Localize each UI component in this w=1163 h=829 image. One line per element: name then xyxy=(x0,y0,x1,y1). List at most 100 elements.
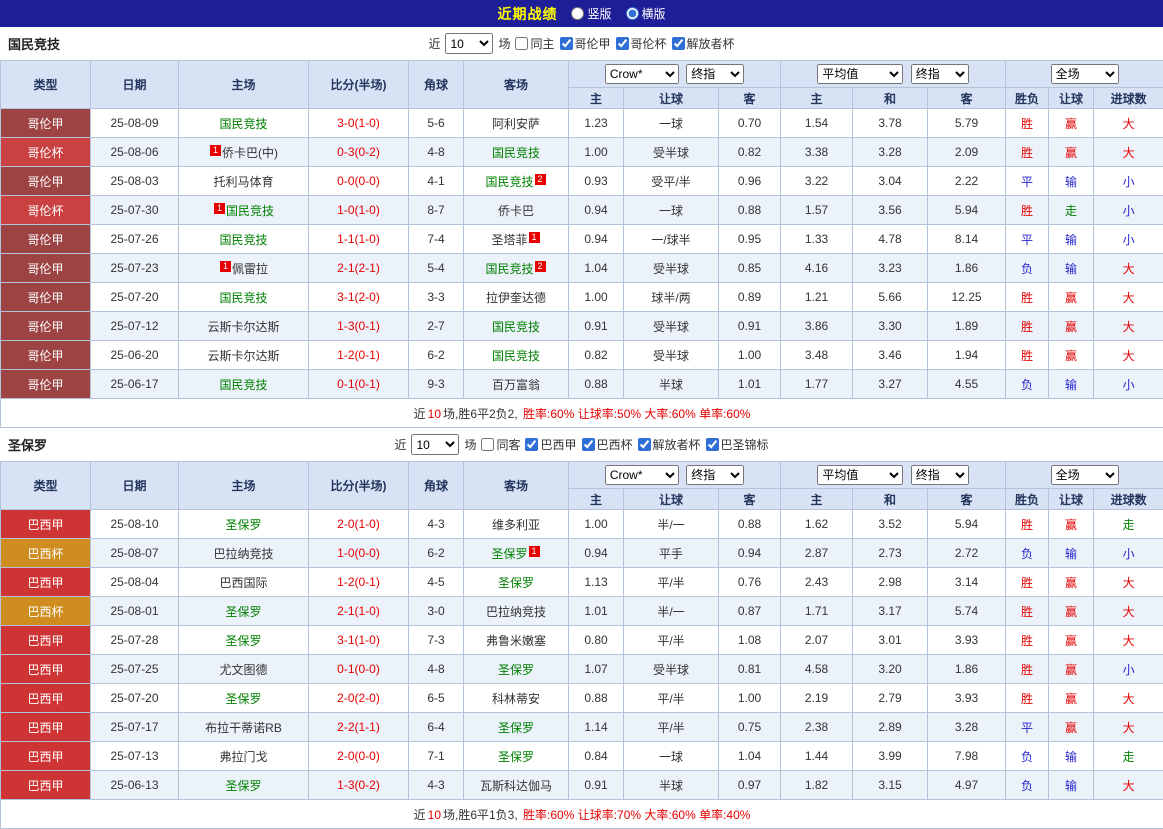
league-filter-哥伦甲[interactable]: 哥伦甲 xyxy=(560,35,611,52)
team-link[interactable]: 圣保罗 xyxy=(498,663,534,677)
team-link[interactable]: 巴拉纳竞技 xyxy=(486,605,546,619)
team-link[interactable]: 巴拉纳竞技 xyxy=(213,547,273,561)
league-checkbox[interactable] xyxy=(672,37,685,50)
score-cell[interactable]: 2-0(0-0) xyxy=(309,742,409,771)
avg-final-select[interactable]: 终指 xyxy=(911,64,969,84)
league-filter-巴圣锦标[interactable]: 巴圣锦标 xyxy=(706,436,769,453)
odds-company-select[interactable]: Crow* xyxy=(605,465,679,485)
handicap-result-cell: 输 xyxy=(1049,167,1094,196)
team-link[interactable]: 国民竞技 xyxy=(485,175,533,189)
odds-company-select[interactable]: Crow* xyxy=(605,64,679,84)
score-cell[interactable]: 1-0(0-0) xyxy=(309,539,409,568)
league-checkbox[interactable] xyxy=(582,438,595,451)
team-link[interactable]: 国民竞技 xyxy=(492,349,540,363)
odds-home-cell: 1.04 xyxy=(569,254,624,283)
odds-final-select[interactable]: 终指 xyxy=(686,465,744,485)
team-link[interactable]: 阿利安萨 xyxy=(492,117,540,131)
league-checkbox[interactable] xyxy=(638,438,651,451)
team-link[interactable]: 圣保罗 xyxy=(498,721,534,735)
team-link[interactable]: 维多利亚 xyxy=(492,518,540,532)
team-link[interactable]: 圣塔菲 xyxy=(491,233,527,247)
same-side-checkbox[interactable] xyxy=(515,37,528,50)
score-cell[interactable]: 1-3(0-1) xyxy=(309,312,409,341)
result-cell: 胜 xyxy=(1006,138,1049,167)
score-cell[interactable]: 2-2(1-1) xyxy=(309,713,409,742)
team-link[interactable]: 圣保罗 xyxy=(225,779,261,793)
same-side-filter[interactable]: 同客 xyxy=(481,436,520,453)
score-cell[interactable]: 2-1(1-0) xyxy=(309,597,409,626)
score-cell[interactable]: 2-0(1-0) xyxy=(309,510,409,539)
league-filter-哥伦杯[interactable]: 哥伦杯 xyxy=(616,35,667,52)
score-cell[interactable]: 1-1(1-0) xyxy=(309,225,409,254)
score-cell[interactable]: 3-1(2-0) xyxy=(309,283,409,312)
team-link[interactable]: 国民竞技 xyxy=(485,262,533,276)
team-link[interactable]: 国民竞技 xyxy=(492,146,540,160)
team-link[interactable]: 布拉干蒂诺RB xyxy=(205,721,282,735)
score-cell[interactable]: 0-3(0-2) xyxy=(309,138,409,167)
team-link[interactable]: 圣保罗 xyxy=(491,547,527,561)
league-filter-解放者杯[interactable]: 解放者杯 xyxy=(672,35,735,52)
same-side-checkbox[interactable] xyxy=(481,438,494,451)
team-link[interactable]: 云斯卡尔达斯 xyxy=(207,320,279,334)
odds-away-cell: 1.00 xyxy=(719,341,781,370)
layout-radio-horizontal-input[interactable] xyxy=(626,7,639,20)
team-link[interactable]: 百万富翁 xyxy=(492,378,540,392)
score-cell[interactable]: 2-1(2-1) xyxy=(309,254,409,283)
league-filter-巴西杯[interactable]: 巴西杯 xyxy=(582,436,633,453)
avg-select[interactable]: 平均值 xyxy=(817,465,903,485)
league-checkbox[interactable] xyxy=(706,438,719,451)
scope-select[interactable]: 全场 xyxy=(1051,64,1119,84)
league-filter-巴西甲[interactable]: 巴西甲 xyxy=(525,436,576,453)
date-cell: 25-08-01 xyxy=(91,597,179,626)
team-link[interactable]: 佩雷拉 xyxy=(232,262,268,276)
score-cell[interactable]: 0-1(0-1) xyxy=(309,370,409,399)
team-link[interactable]: 国民竞技 xyxy=(226,204,274,218)
team-link[interactable]: 圣保罗 xyxy=(225,692,261,706)
avg-final-select[interactable]: 终指 xyxy=(911,465,969,485)
score-cell[interactable]: 0-0(0-0) xyxy=(309,167,409,196)
odds-final-select[interactable]: 终指 xyxy=(686,64,744,84)
score-cell[interactable]: 1-2(0-1) xyxy=(309,341,409,370)
team-link[interactable]: 圣保罗 xyxy=(498,576,534,590)
layout-radio-vertical[interactable]: 竖版 xyxy=(571,5,611,22)
team-link[interactable]: 巴西国际 xyxy=(219,576,267,590)
score-cell[interactable]: 1-2(0-1) xyxy=(309,568,409,597)
team-link[interactable]: 圣保罗 xyxy=(225,518,261,532)
score-cell[interactable]: 1-3(0-2) xyxy=(309,771,409,800)
team-link[interactable]: 侨卡巴 xyxy=(498,204,534,218)
team-link[interactable]: 国民竞技 xyxy=(219,378,267,392)
score-cell[interactable]: 2-0(2-0) xyxy=(309,684,409,713)
team-link[interactable]: 尤文图德 xyxy=(219,663,267,677)
team-link[interactable]: 国民竞技 xyxy=(492,320,540,334)
league-checkbox[interactable] xyxy=(525,438,538,451)
match-count-select[interactable]: 10 xyxy=(445,33,493,54)
team-link[interactable]: 托利马体育 xyxy=(213,175,273,189)
scope-select[interactable]: 全场 xyxy=(1051,465,1119,485)
team-link[interactable]: 国民竞技 xyxy=(219,233,267,247)
layout-radio-vertical-input[interactable] xyxy=(571,7,584,20)
goals-result-cell: 大 xyxy=(1094,109,1163,138)
team-link[interactable]: 弗鲁米嫩塞 xyxy=(486,634,546,648)
team-link[interactable]: 瓦斯科达伽马 xyxy=(480,779,552,793)
same-side-filter[interactable]: 同主 xyxy=(515,35,554,52)
league-filter-解放者杯[interactable]: 解放者杯 xyxy=(638,436,701,453)
team-link[interactable]: 圣保罗 xyxy=(225,605,261,619)
team-link[interactable]: 拉伊奎达德 xyxy=(486,291,546,305)
layout-radio-horizontal[interactable]: 横版 xyxy=(626,5,666,22)
team-link[interactable]: 圣保罗 xyxy=(498,750,534,764)
team-link[interactable]: 国民竞技 xyxy=(219,117,267,131)
team-link[interactable]: 侨卡巴(中) xyxy=(222,146,278,160)
team-link[interactable]: 科林蒂安 xyxy=(492,692,540,706)
team-link[interactable]: 圣保罗 xyxy=(225,634,261,648)
avg-select[interactable]: 平均值 xyxy=(817,64,903,84)
league-checkbox[interactable] xyxy=(616,37,629,50)
score-cell[interactable]: 3-1(1-0) xyxy=(309,626,409,655)
league-checkbox[interactable] xyxy=(560,37,573,50)
team-link[interactable]: 云斯卡尔达斯 xyxy=(207,349,279,363)
score-cell[interactable]: 0-1(0-0) xyxy=(309,655,409,684)
score-cell[interactable]: 3-0(1-0) xyxy=(309,109,409,138)
match-count-select[interactable]: 10 xyxy=(411,434,459,455)
team-link[interactable]: 弗拉门戈 xyxy=(219,750,267,764)
team-link[interactable]: 国民竞技 xyxy=(219,291,267,305)
score-cell[interactable]: 1-0(1-0) xyxy=(309,196,409,225)
